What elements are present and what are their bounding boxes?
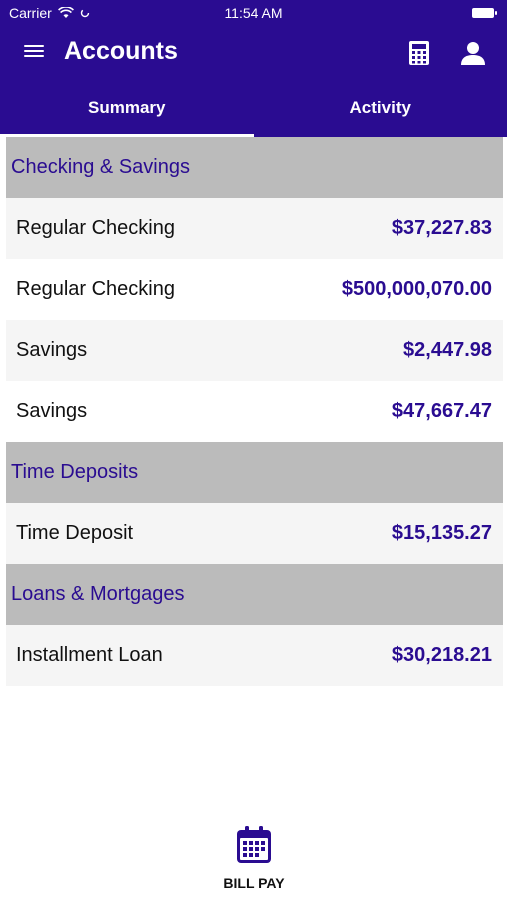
tab-activity[interactable]: Activity bbox=[254, 80, 507, 137]
account-row[interactable]: Regular Checking $500,000,070.00 bbox=[6, 259, 503, 320]
nav-bar: Accounts bbox=[0, 28, 507, 80]
account-balance: $500,000,070.00 bbox=[341, 278, 492, 300]
calculator-icon[interactable] bbox=[408, 40, 430, 66]
user-icon[interactable] bbox=[460, 40, 486, 66]
account-name: Savings bbox=[16, 339, 88, 361]
calendar-icon bbox=[237, 826, 271, 863]
account-balance: $30,218.21 bbox=[391, 644, 492, 666]
account-name: Regular Checking bbox=[16, 217, 175, 239]
account-row[interactable]: Time Deposit $15,135.27 bbox=[6, 503, 503, 564]
account-name: Regular Checking bbox=[16, 278, 175, 300]
section-header-checking-savings: Checking & Savings bbox=[6, 137, 503, 198]
page-title: Accounts bbox=[64, 37, 178, 65]
tab-bar: Summary Activity bbox=[0, 80, 507, 137]
account-balance: $2,447.98 bbox=[403, 339, 492, 361]
account-name: Installment Loan bbox=[16, 644, 163, 666]
section-header-time-deposits: Time Deposits bbox=[6, 442, 503, 503]
account-balance: $37,227.83 bbox=[391, 217, 492, 239]
section-header-loans-mortgages: Loans & Mortgages bbox=[6, 564, 503, 625]
account-name: Savings bbox=[16, 400, 88, 422]
account-balance: $47,667.47 bbox=[391, 400, 492, 422]
account-row[interactable]: Regular Checking $37,227.83 bbox=[6, 198, 503, 259]
bill-pay-label: BILL PAY bbox=[223, 875, 285, 891]
tab-summary[interactable]: Summary bbox=[0, 80, 254, 137]
accounts-list: Checking & Savings Regular Checking $37,… bbox=[6, 137, 503, 686]
account-row[interactable]: Savings $47,667.47 bbox=[6, 381, 503, 442]
account-name: Time Deposit bbox=[16, 522, 134, 544]
bill-pay-button[interactable]: BILL PAY bbox=[204, 826, 304, 891]
account-row[interactable]: Savings $2,447.98 bbox=[6, 320, 503, 381]
status-bar: Carrier 11:54 AM bbox=[0, 0, 507, 28]
hamburger-menu-icon[interactable] bbox=[24, 42, 44, 62]
battery-icon bbox=[472, 8, 497, 18]
account-row[interactable]: Installment Loan $30,218.21 bbox=[6, 625, 503, 686]
status-time: 11:54 AM bbox=[224, 5, 283, 21]
account-balance: $15,135.27 bbox=[391, 522, 492, 544]
